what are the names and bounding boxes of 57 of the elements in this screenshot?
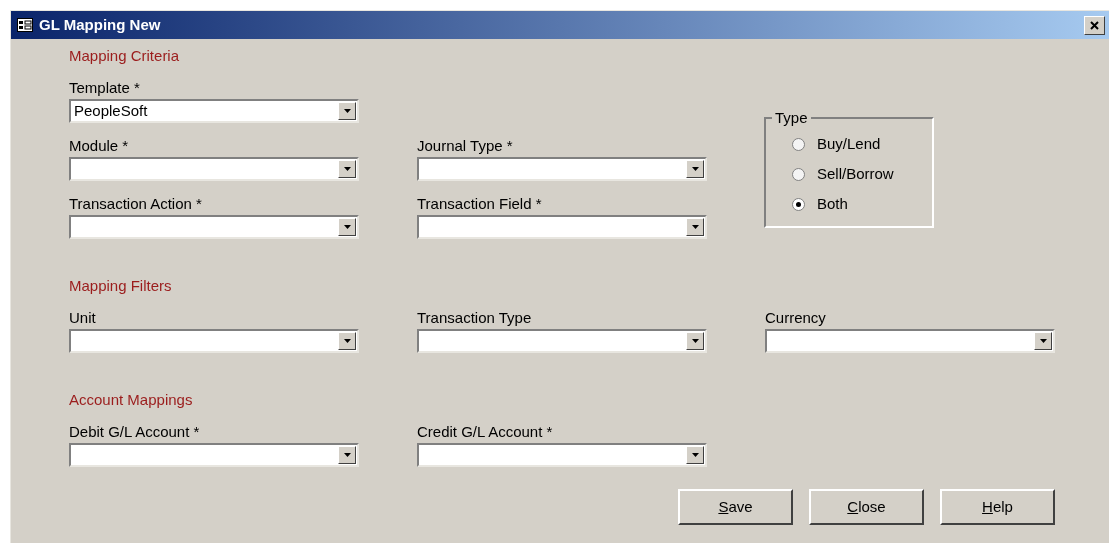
field-label: Template * — [69, 79, 141, 97]
dropdown-arrow-icon — [343, 453, 351, 457]
radio-button[interactable] — [792, 198, 805, 211]
dropdown-arrow-icon — [343, 339, 351, 343]
section-heading: Mapping Criteria — [69, 47, 181, 65]
dropdown-field[interactable] — [69, 329, 359, 353]
dropdown-arrow-icon — [343, 225, 351, 229]
dropdown-arrow-icon — [343, 109, 351, 113]
radio-button[interactable] — [792, 138, 805, 151]
dropdown-button[interactable] — [338, 332, 356, 350]
dropdown-field[interactable] — [417, 443, 707, 467]
radio-label[interactable]: Sell/Borrow — [817, 163, 894, 186]
field-label: Transaction Type — [417, 309, 533, 327]
radio-label[interactable]: Both — [817, 193, 848, 216]
dropdown-button[interactable] — [338, 218, 356, 236]
dropdown-field[interactable] — [69, 157, 359, 181]
dropdown-arrow-icon — [691, 167, 699, 171]
close-icon — [1090, 20, 1099, 30]
dropdown-button[interactable] — [686, 160, 704, 178]
dropdown-button[interactable] — [338, 160, 356, 178]
dialog-button[interactable]: Help — [940, 489, 1055, 525]
dropdown-field[interactable] — [69, 215, 359, 239]
dropdown-arrow-icon — [691, 339, 699, 343]
field-label: Unit — [69, 309, 97, 327]
dropdown-button[interactable] — [1034, 332, 1052, 350]
dropdown-arrow-icon — [691, 453, 699, 457]
dropdown-field[interactable] — [417, 157, 707, 181]
dropdown-field[interactable] — [417, 215, 707, 239]
dropdown-arrow-icon — [1039, 339, 1047, 343]
close-button[interactable] — [1084, 15, 1105, 35]
group-legend: Type — [772, 107, 811, 130]
dropdown-button[interactable] — [338, 446, 356, 464]
dialog-button[interactable]: Save — [678, 489, 793, 525]
radio-button[interactable] — [792, 168, 805, 181]
dropdown-button[interactable] — [338, 102, 356, 120]
radio-label[interactable]: Buy/Lend — [817, 133, 881, 156]
dropdown-button[interactable] — [686, 446, 704, 464]
dropdown-arrow-icon — [343, 167, 351, 171]
section-heading: Account Mappings — [69, 391, 194, 409]
dropdown-button[interactable] — [686, 332, 704, 350]
field-label: Transaction Field * — [417, 195, 543, 213]
field-label: Debit G/L Account * — [69, 423, 201, 441]
dropdown-button[interactable] — [686, 218, 704, 236]
field-label: Journal Type * — [417, 137, 514, 155]
section-heading: Mapping Filters — [69, 277, 173, 295]
dropdown-arrow-icon — [691, 225, 699, 229]
form-icon — [17, 18, 33, 32]
field-label: Credit G/L Account * — [417, 423, 554, 441]
field-label: Module * — [69, 137, 130, 155]
dropdown-field[interactable] — [69, 443, 359, 467]
window-title: GL Mapping New — [39, 14, 161, 35]
dropdown-field[interactable] — [765, 329, 1055, 353]
field-label: Transaction Action * — [69, 195, 203, 213]
dropdown-field[interactable]: PeopleSoft — [69, 99, 359, 123]
dialog-button[interactable]: Close — [809, 489, 924, 525]
field-label: Currency — [765, 309, 827, 327]
dropdown-field[interactable] — [417, 329, 707, 353]
